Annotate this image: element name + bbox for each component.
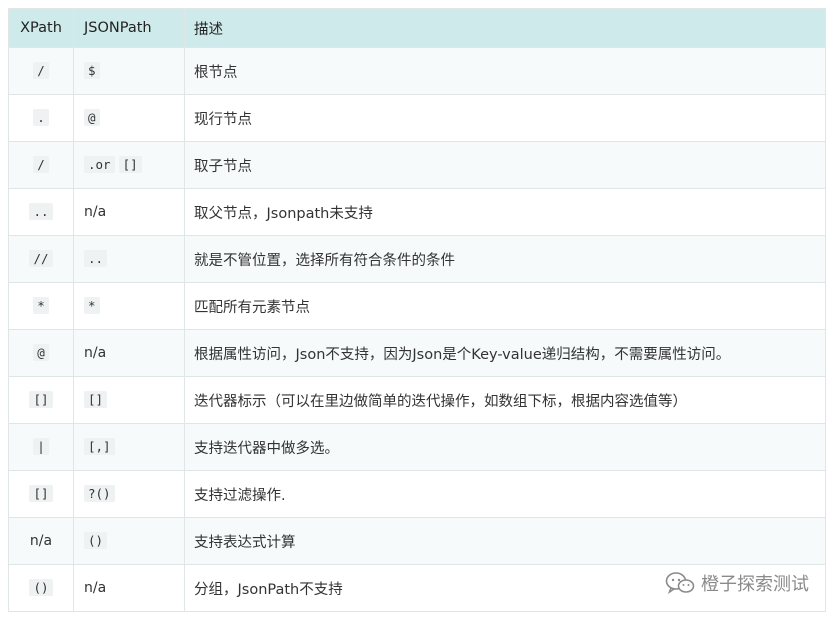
xpath-value: [] [29,485,53,502]
xpath-cell: [] [8,376,74,424]
xpath-value: () [29,579,53,596]
xpath-cell: / [8,47,74,95]
jsonpath-value: [,] [84,438,115,455]
jsonpath-cell: [] [73,376,185,424]
table-row: //.. 就是不管位置，选择所有符合条件的条件 [8,235,826,283]
header-description: 描述 [184,8,826,48]
watermark-text: 橙子探索测试 [701,574,809,595]
table-row: . @ 现行节点 [8,94,826,142]
xpath-jsonpath-table: XPath JSONPath 描述 / $ 根节点. @ 现行节点 / .or[] 取子节点.… [8,8,826,612]
description-cell: 迭代器标示（可以在里边做简单的迭代操作，如数组下标，根据内容选值等） [184,376,826,424]
xpath-cell: .. [8,188,74,236]
jsonpath-value: $ [84,62,100,79]
jsonpath-value: [] [84,391,108,408]
xpath-cell: / [8,141,74,189]
xpath-value: n/a [29,533,53,549]
jsonpath-value: * [84,297,100,314]
jsonpath-cell: n/a [73,188,185,236]
header-xpath: XPath [8,8,74,48]
table-row: * * 匹配所有元素节点 [8,282,826,330]
description-cell: 支持表达式计算 [184,517,826,565]
xpath-cell: n/a [8,517,74,565]
description-cell: 就是不管位置，选择所有符合条件的条件 [184,235,826,283]
jsonpath-value: n/a [84,580,107,596]
description-cell: 现行节点 [184,94,826,142]
xpath-value: . [33,109,49,126]
table-row: @ n/a 根据属性访问，Json不支持，因为Json是个Key-value递归结构… [8,329,826,377]
table-row: [] ?() 支持过滤操作. [8,470,826,518]
jsonpath-value: () [84,532,108,549]
xpath-cell: // [8,235,74,283]
jsonpath-value: @ [84,109,100,126]
jsonpath-value: .or [84,156,115,173]
description-cell: 根节点 [184,47,826,95]
table-row: [] [] 迭代器标示（可以在里边做简单的迭代操作，如数组下标，根据内容选值等） [8,376,826,424]
table-row: | [,] 支持迭代器中做多选。 [8,423,826,471]
jsonpath-cell: () [73,517,185,565]
header-jsonpath: JSONPath [73,8,185,48]
xpath-cell: [] [8,470,74,518]
jsonpath-cell: n/a [73,329,185,377]
jsonpath-cell: ?() [73,470,185,518]
table-row: / .or[] 取子节点 [8,141,826,189]
table-row: .. n/a 取父节点，Jsonpath未支持 [8,188,826,236]
jsonpath-cell: .. [73,235,185,283]
watermark: 橙子探索测试 [665,570,809,596]
xpath-value: .. [29,203,53,220]
jsonpath-value: .. [84,250,108,267]
description-cell: 取子节点 [184,141,826,189]
jsonpath-cell: * [73,282,185,330]
jsonpath-cell: .or[] [73,141,185,189]
xpath-cell: () [8,564,74,612]
jsonpath-cell: [,] [73,423,185,471]
xpath-value: @ [33,344,49,361]
table-row: / $ 根节点 [8,47,826,95]
description-cell: 取父节点，Jsonpath未支持 [184,188,826,236]
jsonpath-value: [] [118,156,142,173]
jsonpath-cell: @ [73,94,185,142]
xpath-cell: | [8,423,74,471]
xpath-value: // [29,250,53,267]
description-cell: 支持过滤操作. [184,470,826,518]
table-row: n/a () 支持表达式计算 [8,517,826,565]
description-cell: 支持迭代器中做多选。 [184,423,826,471]
jsonpath-value: n/a [84,345,107,361]
jsonpath-cell: $ [73,47,185,95]
jsonpath-value: n/a [84,204,107,220]
xpath-value: / [33,156,49,173]
xpath-cell: @ [8,329,74,377]
wechat-icon [665,572,695,595]
xpath-value: [] [29,391,53,408]
description-cell: 匹配所有元素节点 [184,282,826,330]
xpath-cell: . [8,94,74,142]
description-cell: 根据属性访问，Json不支持，因为Json是个Key-value递归结构，不需要… [184,329,826,377]
xpath-value: / [33,62,49,79]
xpath-cell: * [8,282,74,330]
xpath-value: * [33,297,49,314]
jsonpath-value: ?() [84,485,115,502]
jsonpath-cell: n/a [73,564,185,612]
table-header-row: XPath JSONPath 描述 [8,8,826,48]
xpath-value: | [33,438,49,455]
